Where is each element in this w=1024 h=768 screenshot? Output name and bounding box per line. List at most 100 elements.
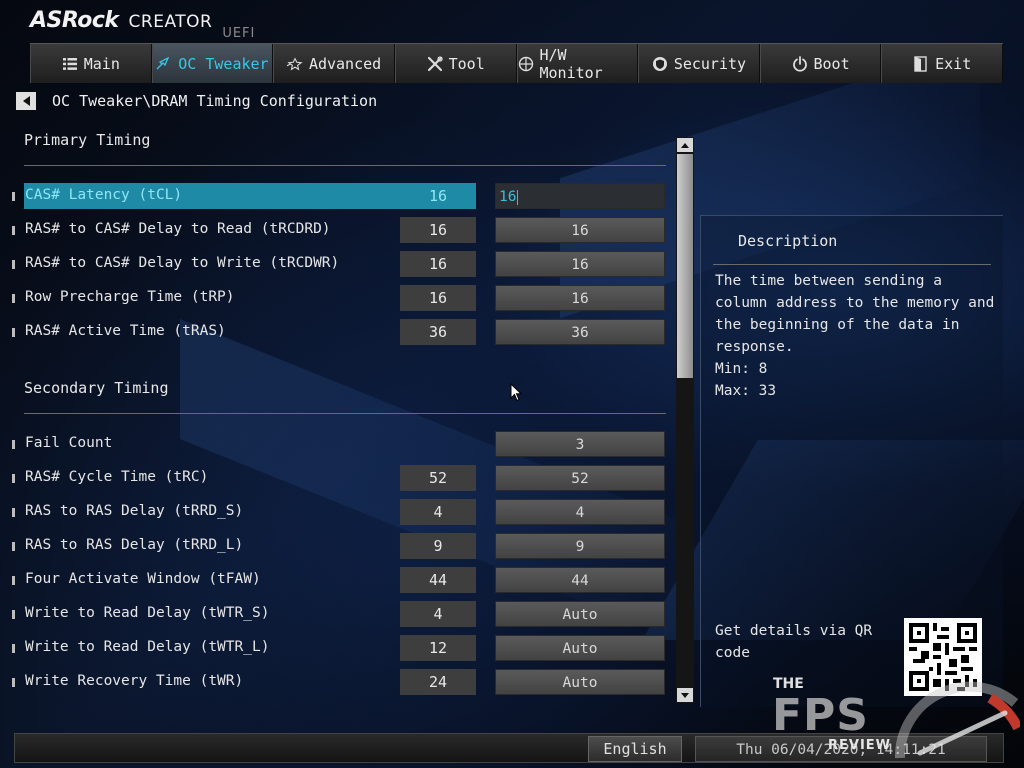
back-arrow-icon — [22, 96, 30, 106]
current-value: 16 — [400, 217, 476, 243]
tab-main[interactable]: Main — [30, 44, 152, 83]
setting-value-box[interactable]: 4 — [495, 499, 665, 525]
tab-label: Main — [83, 54, 120, 73]
tools-icon — [427, 55, 443, 72]
setting-label: Write to Read Delay (tWTR_L) — [25, 639, 270, 655]
current-value: 12 — [400, 635, 476, 661]
setting-value-box[interactable]: 44 — [495, 567, 665, 593]
setting-value-box[interactable]: 16 — [495, 217, 665, 243]
scroll-thumb[interactable] — [677, 154, 693, 378]
setting-row-tfaw[interactable]: Four Activate Window (tFAW) 44 44 — [10, 567, 666, 593]
language-button[interactable]: English — [588, 736, 682, 762]
fps-review-watermark: THE FPS REVIEW — [770, 668, 1020, 768]
description-text: The time between sending a column addres… — [715, 273, 995, 355]
mouse-cursor-icon — [510, 382, 523, 406]
scrollbar[interactable] — [676, 137, 694, 703]
tab-label: H/W Monitor — [539, 45, 603, 82]
min-value: Min: 8 — [715, 361, 768, 377]
bios-screen: ASRock CREATOR UEFI Main OC Tweaker Adva… — [0, 0, 1024, 768]
setting-row-tcl[interactable]: CAS# Latency (tCL) 16 16 — [10, 183, 666, 209]
current-value: 36 — [400, 319, 476, 345]
row-bullet — [12, 508, 15, 517]
tab-label: Security — [673, 54, 747, 73]
section-divider — [24, 165, 666, 166]
brand-name: ASRock — [30, 8, 119, 33]
tab-exit[interactable]: Exit — [881, 44, 1003, 83]
setting-row-tras[interactable]: RAS# Active Time (tRAS) 36 36 — [10, 319, 666, 345]
tab-boot[interactable]: Boot — [759, 44, 882, 83]
section-divider — [24, 413, 666, 414]
row-bullet — [12, 294, 15, 303]
setting-input[interactable]: 16 — [495, 183, 665, 209]
setting-label: Write Recovery Time (tWR) — [25, 673, 244, 689]
setting-row-twtr-l[interactable]: Write to Read Delay (tWTR_L) 12 Auto — [10, 635, 666, 661]
setting-label: RAS# to CAS# Delay to Read (tRCDRD) — [25, 221, 331, 237]
setting-label: Row Precharge Time (tRP) — [25, 289, 235, 305]
row-bullet — [12, 192, 15, 201]
tab-advanced[interactable]: Advanced — [273, 44, 395, 83]
setting-value-box[interactable]: Auto — [495, 601, 665, 627]
breadcrumb-path: OC Tweaker\DRAM Timing Configuration — [52, 92, 378, 110]
qr-caption: Get details via QR code — [715, 623, 873, 661]
setting-row-trcdrd[interactable]: RAS# to CAS# Delay to Read (tRCDRD) 16 1… — [10, 217, 666, 243]
setting-label: RAS to RAS Delay (tRRD_S) — [25, 503, 244, 519]
setting-value-box[interactable]: Auto — [495, 635, 665, 661]
tab-label: Boot — [813, 54, 850, 73]
tab-security[interactable]: Security — [638, 44, 760, 83]
row-bullet — [12, 678, 15, 687]
tab-label: Advanced — [308, 54, 382, 73]
current-value: 4 — [400, 499, 476, 525]
section-title-secondary: Secondary Timing — [24, 379, 169, 397]
section-title-primary: Primary Timing — [24, 131, 151, 149]
current-value: 24 — [400, 669, 476, 695]
setting-row-twr[interactable]: Write Recovery Time (tWR) 24 Auto — [10, 669, 666, 695]
tab-tool[interactable]: Tool — [394, 44, 517, 83]
setting-row-trcdwr[interactable]: RAS# to CAS# Delay to Write (tRCDWR) 16 … — [10, 251, 666, 277]
setting-value-box[interactable]: 52 — [495, 465, 665, 491]
setting-label: RAS# Cycle Time (tRC) — [25, 469, 209, 485]
setting-row-twtr-s[interactable]: Write to Read Delay (tWTR_S) 4 Auto — [10, 601, 666, 627]
setting-row-trrd-s[interactable]: RAS to RAS Delay (tRRD_S) 4 4 — [10, 499, 666, 525]
back-button[interactable] — [16, 92, 36, 110]
current-value: 16 — [400, 285, 476, 311]
scroll-down-button[interactable] — [677, 688, 693, 702]
asrock-logo: ASRock CREATOR UEFI — [30, 8, 255, 41]
row-bullet — [12, 644, 15, 653]
setting-value-box[interactable]: 16 — [495, 285, 665, 311]
setting-row-trc[interactable]: RAS# Cycle Time (tRC) 52 52 — [10, 465, 666, 491]
row-bullet — [12, 610, 15, 619]
scroll-up-button[interactable] — [677, 138, 693, 152]
setting-row-trp[interactable]: Row Precharge Time (tRP) 16 16 — [10, 285, 666, 311]
product-name: CREATOR — [128, 12, 213, 32]
rocket-icon — [156, 56, 172, 72]
description-title: Description — [738, 232, 838, 250]
setting-row-trrd-l[interactable]: RAS to RAS Delay (tRRD_L) 9 9 — [10, 533, 666, 559]
setting-value-box[interactable]: 16 — [495, 251, 665, 277]
setting-value-box[interactable]: 9 — [495, 533, 665, 559]
tab-hw-monitor[interactable]: H/W Monitor — [516, 44, 639, 83]
tab-label: OC Tweaker — [178, 54, 269, 73]
current-value: 16 — [400, 251, 476, 277]
description-divider — [713, 264, 991, 265]
setting-value-box[interactable]: 3 — [495, 431, 665, 457]
tab-oc-tweaker[interactable]: OC Tweaker — [151, 44, 274, 83]
range-info: Min: 8 Max: 33 — [715, 358, 776, 402]
setting-label: RAS# Active Time (tRAS) — [25, 323, 226, 339]
current-value: 44 — [400, 567, 476, 593]
setting-input-text: 16 — [499, 189, 517, 205]
setting-value-box[interactable]: Auto — [495, 669, 665, 695]
row-bullet — [12, 260, 15, 269]
setting-row-fail-count[interactable]: Fail Count 3 — [10, 431, 666, 457]
row-bullet — [12, 328, 15, 337]
watermark-review: REVIEW — [828, 738, 892, 753]
setting-value-box[interactable]: 36 — [495, 319, 665, 345]
star-icon — [286, 56, 303, 72]
arrow-down-icon — [681, 692, 689, 698]
tab-label: Tool — [448, 54, 485, 73]
monitor-icon — [518, 56, 534, 72]
current-value: 9 — [400, 533, 476, 559]
setting-label: Fail Count — [25, 435, 113, 451]
arrow-up-icon — [681, 142, 689, 148]
shield-icon — [652, 56, 668, 72]
setting-label: RAS# to CAS# Delay to Write (tRCDWR) — [25, 255, 340, 271]
